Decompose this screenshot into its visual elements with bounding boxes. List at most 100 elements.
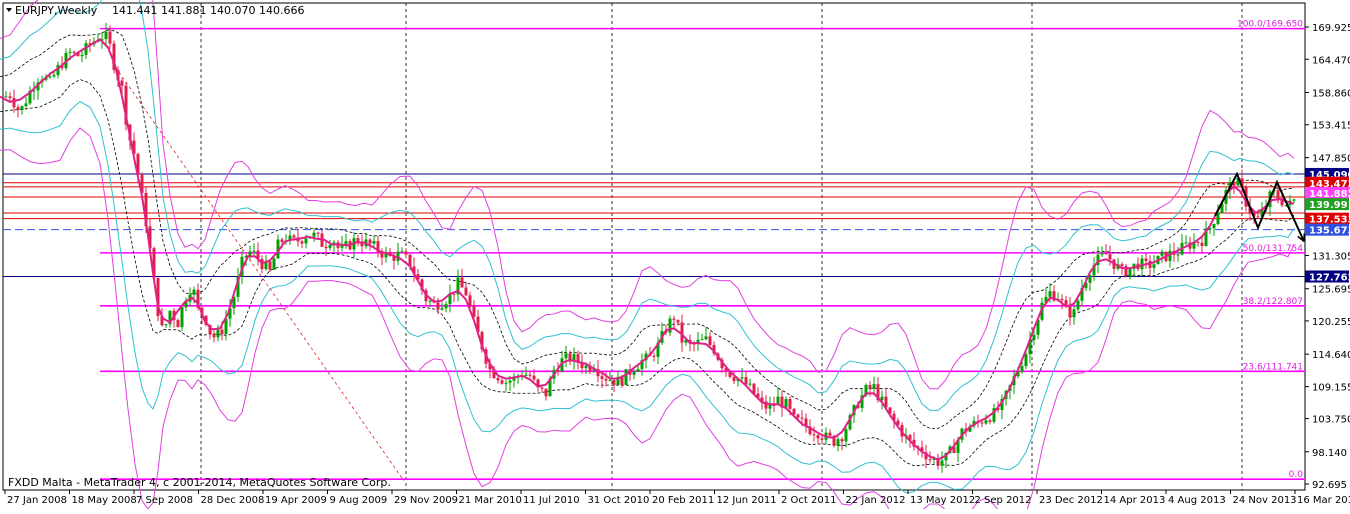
candle-body <box>532 375 536 380</box>
candle-body <box>636 369 640 372</box>
candle-body <box>8 96 12 98</box>
candle-body <box>48 76 52 78</box>
candle-body <box>820 438 824 440</box>
candle-body <box>528 374 532 376</box>
candle-body <box>12 97 16 108</box>
y-tick-label: 92.695 <box>1312 480 1347 491</box>
candle-body <box>1216 213 1220 225</box>
symbol-label: EURJPY,Weekly <box>15 4 98 17</box>
candle-body <box>988 420 992 422</box>
candle-body <box>464 287 468 296</box>
candle-body <box>632 371 636 375</box>
y-tick-label: 131.305 <box>1312 252 1350 263</box>
candle-body <box>504 382 508 384</box>
y-tick-label: 120.255 <box>1312 317 1350 328</box>
x-tick-label: 31 Oct 2010 <box>588 495 650 506</box>
candle-body <box>1100 253 1104 255</box>
price-chart: 100.0/169.65050.0/131.75438.2/122.80723.… <box>0 0 1350 514</box>
x-tick-label: 12 Jun 2011 <box>717 495 777 506</box>
candle-body <box>1076 300 1080 310</box>
y-tick-label: 147.850 <box>1312 154 1350 165</box>
candle-body <box>440 308 444 310</box>
candle-body <box>252 250 256 252</box>
candle-body <box>836 439 840 446</box>
x-tick-label: 21 Mar 2010 <box>459 495 522 506</box>
candle-body <box>104 31 108 40</box>
candle-body <box>108 31 112 44</box>
candle-body <box>584 365 588 369</box>
fib-label: 23.6/111.741 <box>1243 362 1303 372</box>
candle-body <box>980 422 984 424</box>
candle-body <box>4 96 8 98</box>
candle-body <box>600 376 604 379</box>
candle-body <box>788 398 792 409</box>
candle-body <box>676 319 680 323</box>
x-tick-label: 23 Dec 2012 <box>1039 495 1103 506</box>
y-tick-label: 109.155 <box>1312 383 1350 394</box>
x-tick-label: 22 Jan 2012 <box>846 495 906 506</box>
x-tick-label: 2 Sep 2012 <box>975 495 1032 506</box>
candle-body <box>624 369 628 385</box>
y-axis: 169.925164.470158.860153.415147.850142.2… <box>1305 23 1350 491</box>
candle-body <box>608 379 612 381</box>
candle-body <box>368 239 372 244</box>
candle-body <box>1104 253 1108 255</box>
candle-body <box>700 339 704 341</box>
candle-body <box>704 336 708 340</box>
price-labels: 145.090143.473141.883139.991137.533135.6… <box>1305 167 1350 283</box>
fib-label: 0.0 <box>1289 470 1304 480</box>
candle-body <box>68 51 72 53</box>
candle-body <box>812 434 816 436</box>
candle-body <box>844 429 848 442</box>
candle-body <box>1068 305 1072 318</box>
candle-body <box>176 320 180 328</box>
candle-body <box>984 420 988 424</box>
candle-body <box>940 460 944 466</box>
candle-body <box>1276 190 1280 199</box>
candle-body <box>72 51 76 53</box>
y-tick-label: 169.925 <box>1312 23 1350 34</box>
x-tick-label: 19 Apr 2009 <box>265 495 327 506</box>
candle-body <box>180 307 184 328</box>
candle-body <box>784 398 788 408</box>
candle-body <box>1032 334 1036 341</box>
candle-body <box>1048 291 1052 297</box>
candle-body <box>1196 241 1200 243</box>
x-tick-label: 29 Nov 2009 <box>394 495 458 506</box>
candle-body <box>312 232 316 237</box>
x-tick-label: 9 Aug 2009 <box>330 495 388 506</box>
candle-body <box>672 318 676 320</box>
x-tick-label: 28 Dec 2008 <box>201 495 265 506</box>
candle-body <box>544 388 548 397</box>
x-tick-label: 7 Sep 2008 <box>136 495 193 506</box>
candle-body <box>20 106 24 110</box>
candle-body <box>216 329 220 338</box>
fib-label: 100.0/169.650 <box>1237 20 1303 30</box>
candle-body <box>1128 269 1132 277</box>
candle-body <box>120 80 124 86</box>
candle-body <box>292 235 296 238</box>
candle-body <box>1256 216 1260 218</box>
candle-body <box>708 336 712 346</box>
candle-body <box>928 459 932 461</box>
candle-body <box>468 295 472 306</box>
price-box-label: 139.991 <box>1309 200 1350 211</box>
candle-body <box>400 251 404 253</box>
candle-body <box>220 329 224 335</box>
x-tick-label: 24 Nov 2013 <box>1233 495 1297 506</box>
y-tick-label: 98.140 <box>1312 448 1347 459</box>
candle-body <box>328 244 332 249</box>
x-tick-label: 27 Jan 2008 <box>7 495 67 506</box>
ohlc-values: 141.441 141.881 140.070 140.666 <box>112 4 304 17</box>
candle-body <box>872 384 876 389</box>
x-tick-label: 18 May 2008 <box>72 495 137 506</box>
copyright-footer: FXDD Malta - MetaTrader 4, c 2001-2014, … <box>8 476 391 489</box>
y-tick-label: 103.750 <box>1312 415 1350 426</box>
x-tick-label: 20 Feb 2011 <box>652 495 714 506</box>
x-tick-label: 16 Mar 2014 <box>1297 495 1350 506</box>
candle-body <box>80 54 84 57</box>
candle-body <box>324 246 328 249</box>
candle-body <box>508 380 512 383</box>
y-tick-label: 114.640 <box>1312 350 1350 361</box>
candle-body <box>372 240 376 244</box>
